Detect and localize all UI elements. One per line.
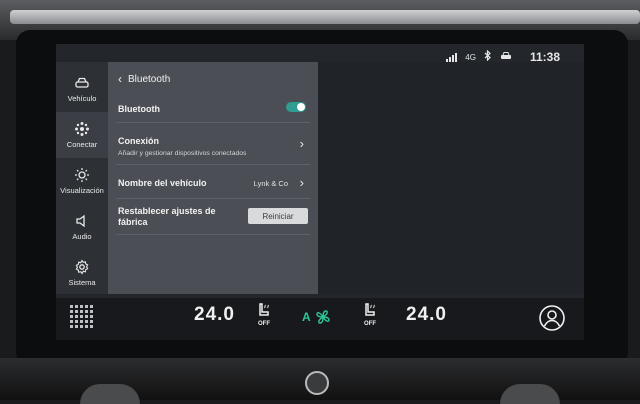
left-seat-heat-button[interactable]: OFF: [256, 302, 272, 327]
chrome-strip: [10, 10, 640, 24]
speaker-icon: [76, 214, 85, 228]
rail-item-vehiculo[interactable]: Vehículo: [56, 66, 108, 112]
factory-reset-row: Restablecer ajustes de fábrica Reiniciar: [116, 200, 310, 235]
content-area: [318, 62, 584, 294]
car-icon: [75, 77, 89, 88]
apps-grid-icon[interactable]: [68, 303, 94, 329]
rail-item-label: Conectar: [66, 140, 98, 149]
bluetooth-toggle[interactable]: [286, 102, 306, 112]
right-knob[interactable]: [500, 384, 560, 404]
vehicle-name-value: Lynk & Co: [253, 179, 288, 188]
chevron-right-icon: ›: [299, 175, 304, 190]
auto-label: A: [302, 310, 311, 324]
rail-item-conectar[interactable]: Conectar: [56, 112, 108, 158]
chevron-right-icon: ›: [299, 136, 304, 151]
seat-heat-icon: [365, 303, 375, 316]
center-button[interactable]: [305, 371, 329, 395]
conexion-row[interactable]: Conexión Añadir y gestionar dispositivos…: [116, 124, 310, 165]
vehicle-name-row[interactable]: Nombre del vehículo Lynk & Co ›: [116, 166, 310, 199]
right-temperature[interactable]: 24.0: [406, 304, 447, 326]
network-4g-icon: 4G: [465, 52, 476, 62]
settings-category-rail: Vehículo Conectar Visualización Audio Si…: [56, 62, 108, 294]
page-title: Bluetooth: [128, 73, 171, 85]
infotainment-screen: 4G 11:38 Vehículo Conectar Visualización…: [56, 44, 584, 340]
conexion-label: Conexión: [118, 136, 160, 146]
seat-heat-icon: [259, 303, 269, 316]
climate-bar: 24.0 OFF A OFF 24.0: [56, 298, 584, 340]
reset-button[interactable]: Reiniciar: [248, 208, 308, 224]
factory-reset-label-line1: Restablecer ajustes de: [118, 206, 216, 216]
back-chevron-icon[interactable]: ‹: [118, 72, 122, 86]
signal-icon: [446, 52, 458, 62]
gear-icon: [75, 259, 89, 275]
left-knob[interactable]: [80, 384, 140, 404]
right-temp-value: 24.0: [406, 304, 447, 325]
rail-item-label: Vehículo: [67, 94, 97, 103]
fan-icon: [315, 310, 330, 324]
rail-item-visualizacion[interactable]: Visualización: [56, 158, 108, 204]
left-temperature[interactable]: 24.0: [194, 304, 235, 326]
profile-icon[interactable]: [538, 304, 566, 332]
rail-item-label: Visualización: [60, 186, 104, 195]
left-temp-value: 24.0: [194, 304, 235, 325]
left-seat-status: OFF: [258, 321, 270, 327]
rail-item-sistema[interactable]: Sistema: [56, 250, 108, 296]
panel-header: ‹ Bluetooth: [118, 72, 170, 86]
rail-item-audio[interactable]: Audio: [56, 204, 108, 250]
bluetooth-label: Bluetooth: [118, 104, 160, 114]
bluetooth-toggle-row[interactable]: Bluetooth: [116, 96, 310, 123]
conexion-subtitle: Añadir y gestionar dispositivos conectad…: [118, 150, 247, 157]
right-seat-status: OFF: [364, 321, 376, 327]
rail-item-label: Audio: [72, 232, 92, 241]
connect-icon: [75, 122, 89, 136]
bluetooth-settings-panel: ‹ Bluetooth Bluetooth Conexión Añadir y …: [108, 62, 318, 294]
auto-fan-button[interactable]: A: [302, 308, 332, 326]
rail-item-label: Sistema: [68, 278, 96, 287]
right-seat-heat-button[interactable]: OFF: [362, 302, 378, 327]
factory-reset-label-line2: fábrica: [118, 217, 148, 227]
vehicle-name-label: Nombre del vehículo: [118, 178, 207, 188]
brightness-icon: [75, 168, 89, 182]
